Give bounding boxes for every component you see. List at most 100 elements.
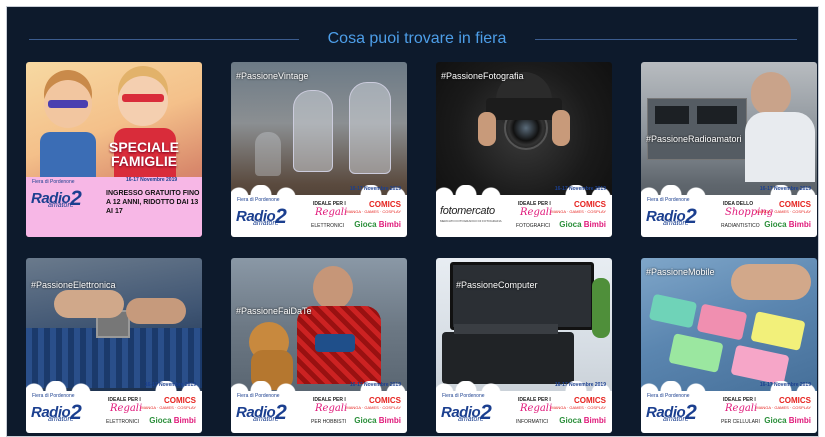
- regali-label: Regali: [315, 207, 348, 218]
- bimbi-text: Bimbi: [378, 220, 401, 229]
- printer-image: [442, 332, 574, 384]
- power-tool-image: [315, 334, 355, 352]
- card-passione-mobile[interactable]: #PassioneMobile Fiera di Pordenone Radio…: [641, 258, 817, 433]
- regali-label: Regali: [725, 403, 758, 414]
- card-passione-elettronica[interactable]: #PassioneElettronica Fiera di Pordenone …: [26, 258, 202, 433]
- logo-amatore: amatore: [48, 202, 74, 209]
- regali-label: Regali: [520, 207, 553, 218]
- comics-logo: COMICS: [369, 200, 401, 209]
- hand-image: [731, 264, 811, 300]
- card-passione-computer[interactable]: #PassioneComputer Fiera di Pordenone Rad…: [436, 258, 612, 433]
- promo-footer: Fiera di Pordenone Radio2 amatore 16-17 …: [26, 177, 202, 237]
- sponsor-logo: fotomercato: [440, 205, 495, 217]
- card-hashtag: #PassioneFaiDaTe: [236, 306, 312, 316]
- event-date: 16-17 Novembre 2019: [554, 382, 606, 388]
- mask-right: [122, 94, 164, 102]
- card-hashtag: #PassioneRadioamatori: [646, 134, 742, 144]
- event-date: 16-17 Novembre 2019: [349, 186, 401, 192]
- bimbi-text: Bimbi: [583, 416, 606, 425]
- radio-equipment-image: [697, 106, 737, 124]
- man-body-image: [745, 112, 815, 182]
- fiera-section: Cosa puoi trovare in fiera SPECIALE FAMI…: [6, 6, 819, 437]
- logo-amatore: amatore: [48, 416, 74, 423]
- regali-label: Regali: [110, 403, 143, 414]
- comics-subtitle: MANGA · GAMES · COSPLAY: [756, 405, 811, 410]
- regali-label: Regali: [520, 403, 553, 414]
- comics-subtitle: MANGA · GAMES · COSPLAY: [346, 405, 401, 410]
- heading-divider-left: [29, 39, 299, 40]
- gioca-bimbi-logo: Gioca Bimbi: [764, 416, 811, 425]
- comics-logo: COMICS: [574, 200, 606, 209]
- category-label: INFORMATICI: [516, 419, 549, 425]
- vacuum-tube-image: [293, 90, 333, 172]
- bimbi-text: Bimbi: [788, 416, 811, 425]
- radio-equipment-image: [655, 106, 689, 124]
- gioca-bimbi-logo: Gioca Bimbi: [559, 220, 606, 229]
- bimbi-text: Bimbi: [173, 416, 196, 425]
- card-hashtag: #PassioneMobile: [646, 267, 715, 277]
- event-date: 16-17 Novembre 2019: [349, 382, 401, 388]
- card-footer: Fiera di Pordenone Radio2 amatore 16-17 …: [26, 381, 202, 433]
- gioca-bimbi-logo: Gioca Bimbi: [764, 220, 811, 229]
- card-passione-radioamatori[interactable]: #PassioneRadioamatori Fiera di Pordenone…: [641, 62, 817, 237]
- category-label: ELETTRONICI: [311, 223, 345, 229]
- comics-subtitle: MANGA · GAMES · COSPLAY: [141, 405, 196, 410]
- card-footer: Fiera di Pordenone Radio2 amatore 16-17 …: [436, 381, 612, 433]
- camera-body-image: [486, 98, 562, 120]
- card-headline: SPECIALE FAMIGLIE: [108, 139, 179, 169]
- gioca-text: Gioca: [764, 416, 787, 425]
- gioca-bimbi-logo: Gioca Bimbi: [149, 416, 196, 425]
- card-footer: Fiera di Pordenone Radio2 amatore 16-17 …: [231, 381, 407, 433]
- card-footer: Fiera di Pordenone Radio2 amatore 16-17 …: [641, 185, 817, 237]
- bimbi-text: Bimbi: [583, 220, 606, 229]
- logo-amatore: amatore: [253, 416, 279, 423]
- comics-logo: COMICS: [369, 396, 401, 405]
- man-head-image: [313, 266, 353, 310]
- event-date: 16-17 Novembre 2019: [554, 186, 606, 192]
- comics-logo: COMICS: [164, 396, 196, 405]
- logo-amatore: amatore: [663, 220, 689, 227]
- printer-tray-image: [454, 324, 558, 334]
- category-label: ELETTRONICI: [106, 419, 140, 425]
- event-date: 16-17 Novembre 2019: [759, 382, 811, 388]
- promo-text: INGRESSO GRATUITO FINO A 12 ANNI, RIDOTT…: [106, 190, 200, 215]
- card-passione-faidate[interactable]: #PassioneFaiDaTe Fiera di Pordenone Radi…: [231, 258, 407, 433]
- bimbi-text: Bimbi: [788, 220, 811, 229]
- comics-subtitle: MANGA · GAMES · COSPLAY: [551, 405, 606, 410]
- hand-left-image: [478, 112, 496, 146]
- hand-image: [54, 290, 124, 318]
- gioca-text: Gioca: [559, 416, 582, 425]
- hand-image: [126, 298, 186, 324]
- vacuum-tube-image: [255, 132, 281, 176]
- logo-amatore: amatore: [253, 220, 279, 227]
- plant-image: [592, 278, 610, 338]
- card-passione-fotografia[interactable]: #PassioneFotografia fotomercato MERCATO …: [436, 62, 612, 237]
- comics-logo: COMICS: [574, 396, 606, 405]
- gioca-text: Gioca: [764, 220, 787, 229]
- mask-left: [48, 100, 88, 108]
- card-hashtag: #PassioneVintage: [236, 71, 309, 81]
- card-passione-vintage[interactable]: #PassioneVintage Fiera di Pordenone Radi…: [231, 62, 407, 237]
- comics-subtitle: MANGA · GAMES · COSPLAY: [551, 209, 606, 214]
- category-label: PER HOBBISTI: [311, 419, 347, 425]
- event-date: 16-17 Novembre 2019: [759, 186, 811, 192]
- bimbi-text: Bimbi: [378, 416, 401, 425]
- monitor-image: [450, 262, 594, 330]
- heading-divider-right: [535, 39, 797, 40]
- card-footer: Fiera di Pordenone Radio2 amatore 16-17 …: [641, 381, 817, 433]
- gioca-text: Gioca: [354, 220, 377, 229]
- comics-logo: COMICS: [779, 200, 811, 209]
- hand-right-image: [552, 110, 570, 146]
- gioca-bimbi-logo: Gioca Bimbi: [559, 416, 606, 425]
- card-hashtag: #PassioneElettronica: [31, 280, 116, 290]
- event-date: 16-17 Novembre 2019: [126, 177, 178, 183]
- card-speciale-famiglie[interactable]: SPECIALE FAMIGLIE Fiera di Pordenone Rad…: [26, 62, 202, 237]
- card-footer: fotomercato MERCATO FOTOGRAFICO DI FOTOG…: [436, 185, 612, 237]
- gioca-bimbi-logo: Gioca Bimbi: [354, 220, 401, 229]
- card-hashtag: #PassioneFotografia: [441, 71, 524, 81]
- regali-label: Regali: [315, 403, 348, 414]
- gioca-text: Gioca: [149, 416, 172, 425]
- category-label: PER CELLULARI: [721, 419, 760, 425]
- card-footer: Fiera di Pordenone Radio2 amatore 16-17 …: [231, 185, 407, 237]
- event-date: 16-17 Novembre 2019: [144, 382, 196, 388]
